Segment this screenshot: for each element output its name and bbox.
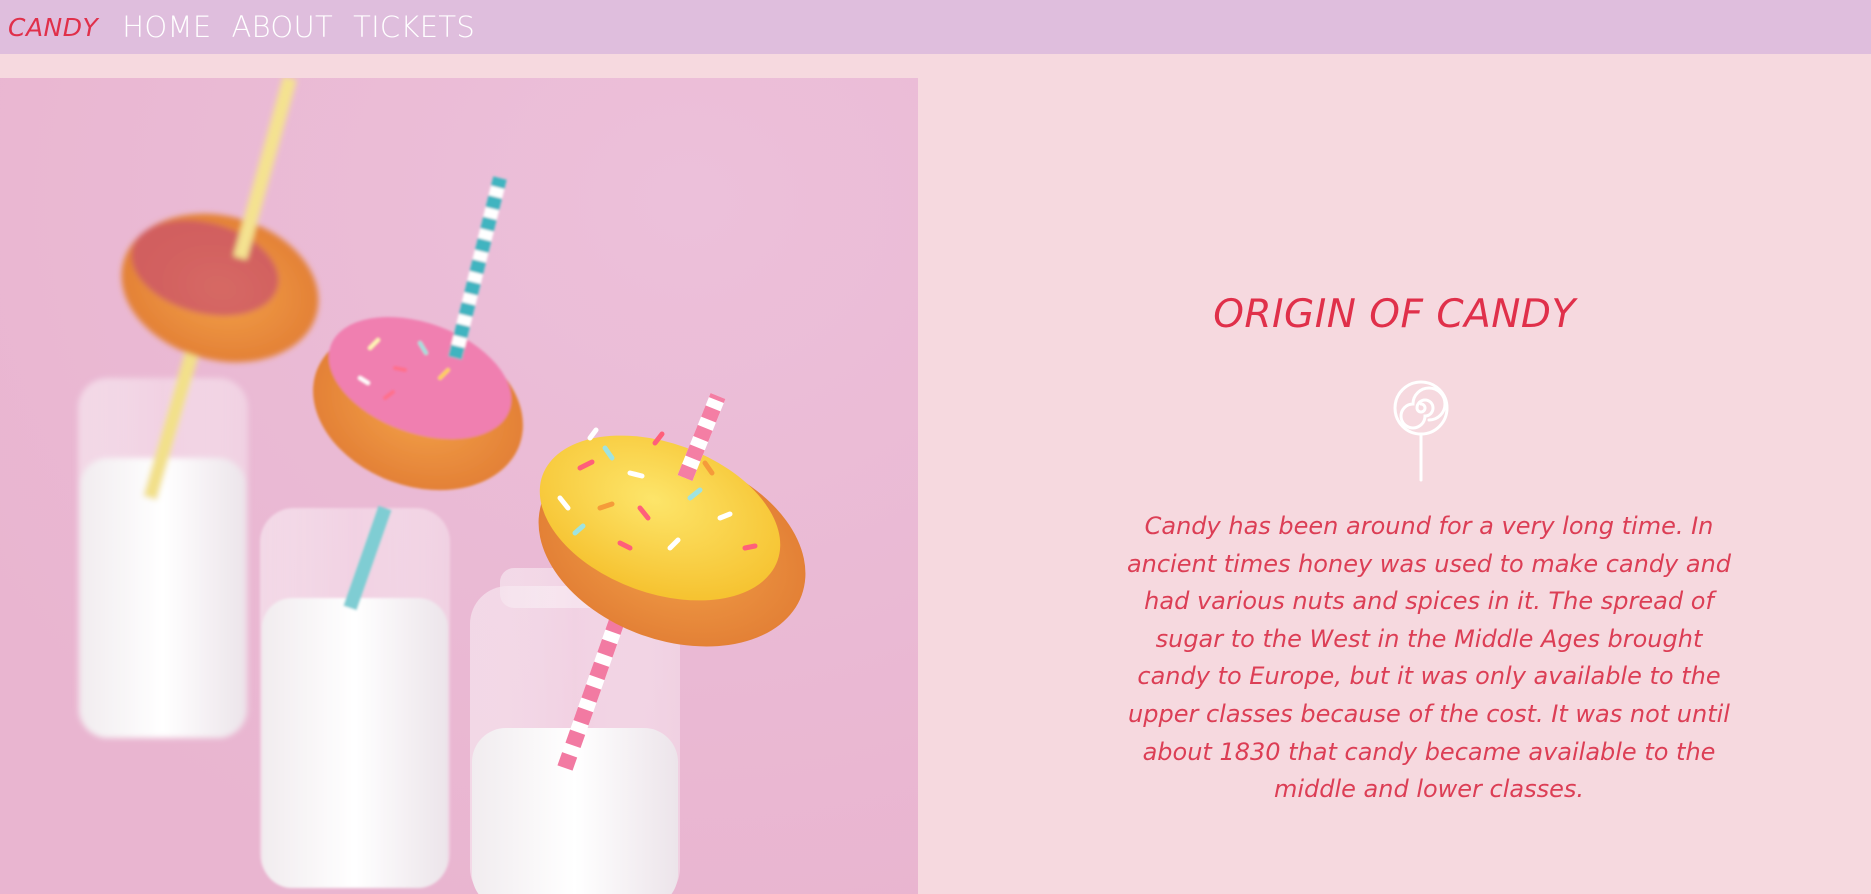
nav-link-tickets[interactable]: TICKETS <box>353 10 475 44</box>
nav-link-about[interactable]: ABOUT <box>231 10 333 44</box>
top-navbar: CANDY HOME ABOUT TICKETS <box>0 0 1871 54</box>
section-title: ORIGIN OF CANDY <box>1213 292 1576 337</box>
nav-link-home[interactable]: HOME <box>122 10 211 44</box>
section-body-text: Candy has been around for a very long ti… <box>1126 512 1732 804</box>
origin-section: ORIGIN OF CANDY Candy has been around fo… <box>918 78 1871 894</box>
nav-links: HOME ABOUT TICKETS <box>122 10 495 44</box>
donuts-on-milk-bottles-photo <box>0 78 918 894</box>
lollipop-icon <box>1391 380 1451 484</box>
brand-logo-link[interactable]: CANDY <box>8 13 98 42</box>
